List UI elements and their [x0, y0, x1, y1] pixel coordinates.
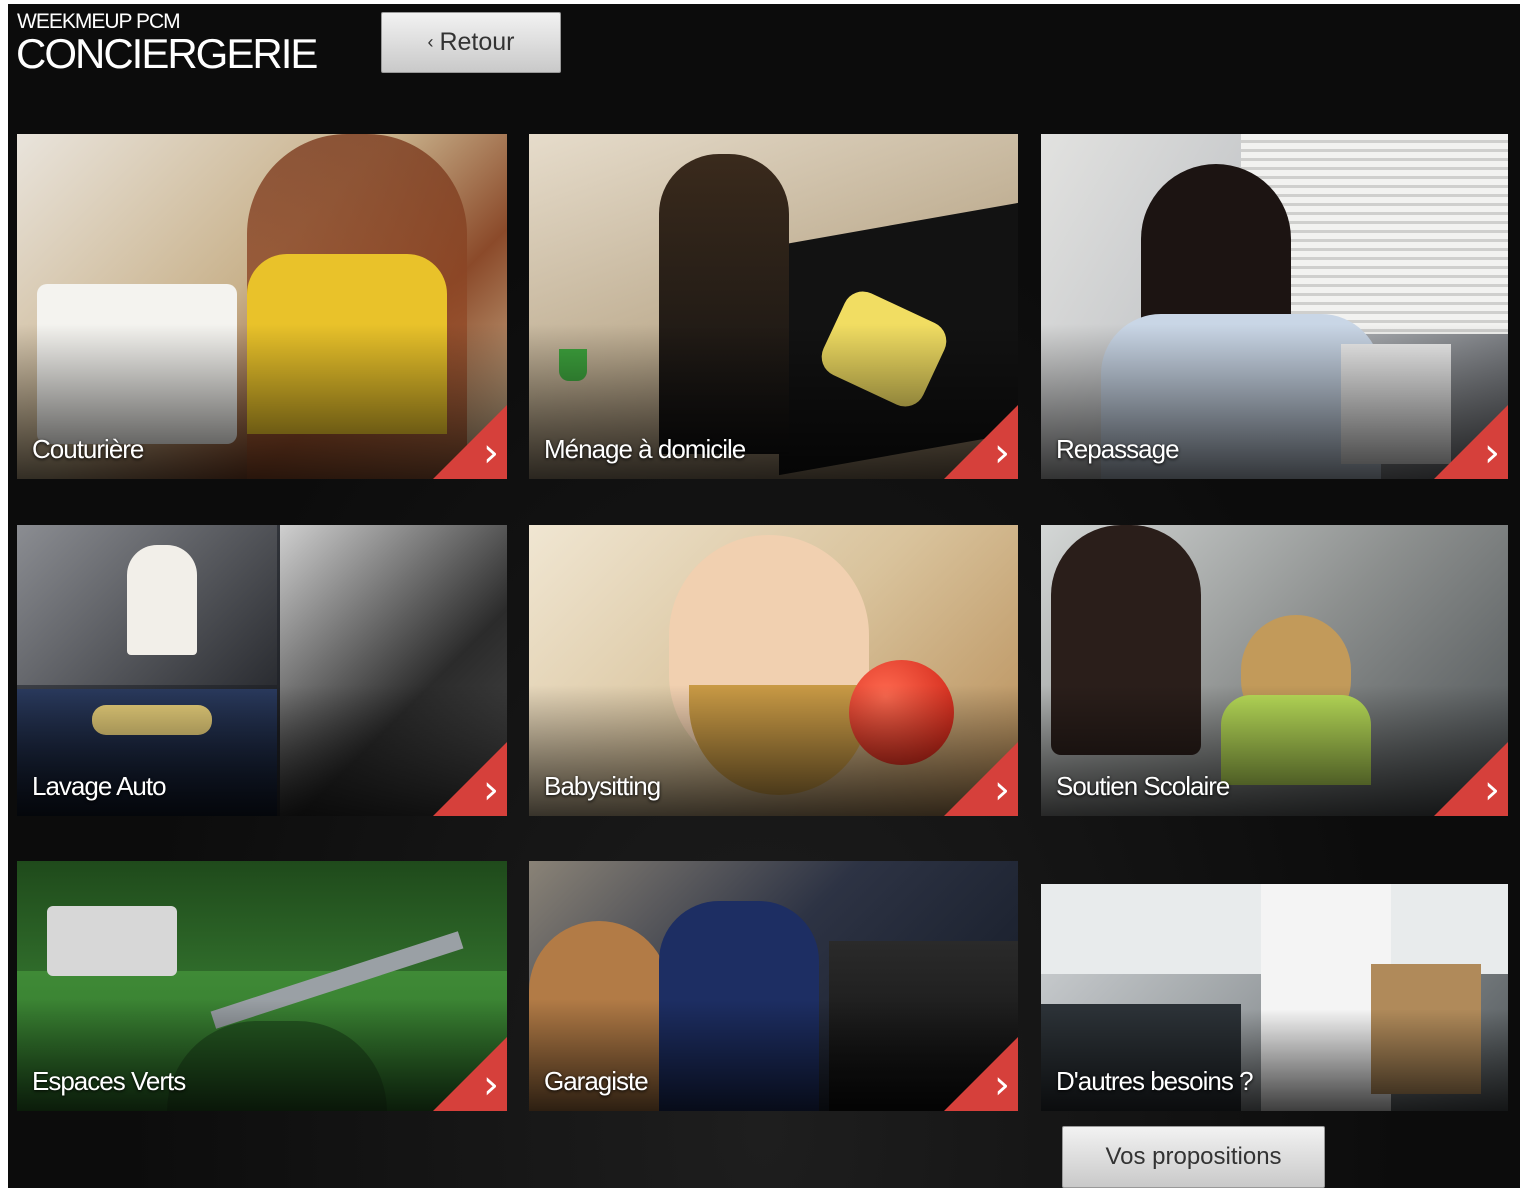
app-screen: WEEKMEUP PCM CONCIERGERIE ‹ Retour Coutu… — [8, 4, 1520, 1188]
back-button-label: Retour — [439, 28, 515, 56]
chevron-right-icon: › — [994, 1062, 1010, 1108]
tile-label: Garagiste — [544, 1066, 649, 1096]
chevron-right-icon: › — [483, 767, 499, 813]
tile-label: Soutien Scolaire — [1056, 771, 1230, 801]
chevron-right-icon: › — [1484, 767, 1500, 813]
chevron-left-icon: ‹ — [427, 32, 434, 52]
tile-label: D'autres besoins ? — [1056, 1066, 1254, 1096]
tile-babysitting[interactable]: Babysitting › — [529, 525, 1018, 816]
tile-label: Ménage à domicile — [544, 434, 746, 464]
tile-repassage[interactable]: Repassage › — [1041, 134, 1508, 479]
tile-label: Repassage — [1056, 434, 1180, 464]
tile-espaces-verts[interactable]: Espaces Verts › — [17, 861, 507, 1111]
tile-label: Babysitting — [544, 771, 661, 801]
tile-autres-besoins[interactable]: D'autres besoins ? — [1041, 884, 1508, 1111]
tile-lavage-auto[interactable]: Lavage Auto › — [17, 525, 507, 816]
chevron-right-icon: › — [1484, 430, 1500, 476]
chevron-right-icon: › — [994, 767, 1010, 813]
tile-couturiere[interactable]: Couturière › — [17, 134, 507, 479]
propositions-button[interactable]: Vos propositions — [1062, 1126, 1325, 1188]
page-title: CONCIERGERIE — [16, 30, 318, 77]
tile-garagiste[interactable]: Garagiste › — [529, 861, 1018, 1111]
tile-soutien-scolaire[interactable]: Soutien Scolaire › — [1041, 525, 1508, 816]
back-button[interactable]: ‹ Retour — [381, 12, 561, 73]
mower-image — [47, 906, 177, 976]
tile-menage[interactable]: Ménage à domicile › — [529, 134, 1018, 479]
person-image — [127, 545, 197, 655]
tile-label: Espaces Verts — [32, 1066, 186, 1096]
chevron-right-icon: › — [994, 430, 1010, 476]
tile-label: Lavage Auto — [32, 771, 167, 801]
chevron-right-icon: › — [483, 430, 499, 476]
chevron-right-icon: › — [483, 1062, 499, 1108]
tile-label: Couturière — [32, 434, 144, 464]
